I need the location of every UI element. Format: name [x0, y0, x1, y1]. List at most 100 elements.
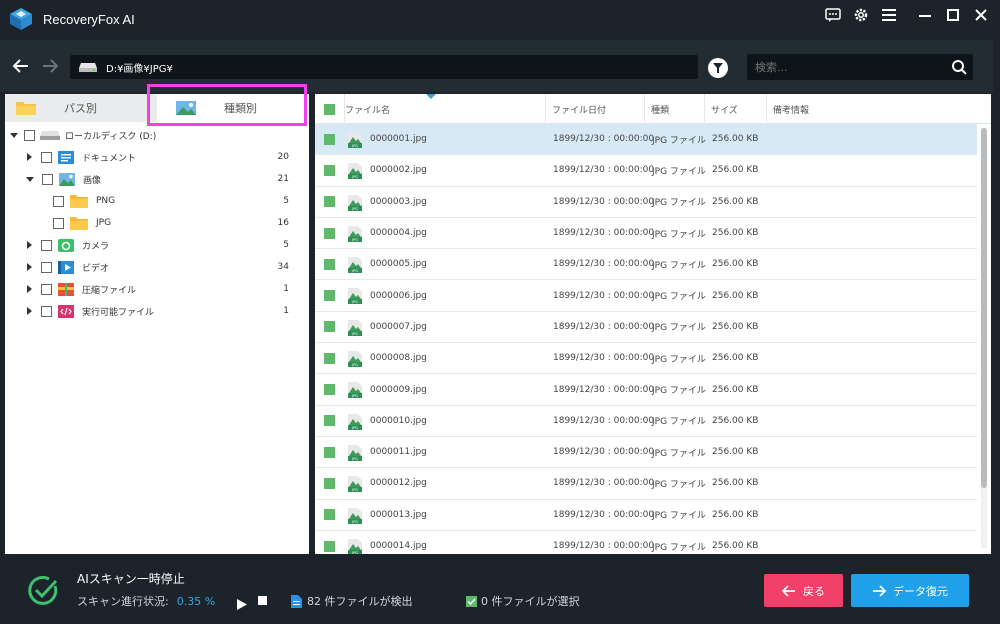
svg-text:JPG: JPG [351, 144, 358, 148]
jpg-file-icon: JPG [348, 413, 362, 433]
table-row[interactable]: JPG 0000014.jpg 1899/12/30 : 00:00:00 JPG フ… [315, 531, 977, 554]
file-size: 256.00 KB [712, 134, 759, 145]
search-icon[interactable] [951, 59, 967, 75]
archive-icon [57, 282, 75, 297]
tree-count: 5 [283, 196, 289, 206]
tree-item-executable[interactable]: 実行可能ファイル 1 [5, 300, 309, 322]
expand-caret-icon[interactable] [26, 176, 34, 182]
recover-label: データ復元 [893, 584, 948, 598]
scrollbar-thumb[interactable] [981, 128, 987, 488]
feedback-icon[interactable] [824, 6, 842, 24]
column-header-type[interactable]: 種類 [645, 94, 705, 124]
column-header-notes[interactable]: 備考情報 [767, 94, 977, 124]
tree-checkbox[interactable] [41, 305, 52, 317]
table-row[interactable]: JPG 0000004.jpg 1899/12/30 : 00:00:00 JPG フ… [315, 218, 977, 250]
column-header-date[interactable]: ファイル日付 [546, 94, 645, 124]
back-arrow-icon[interactable] [12, 57, 32, 77]
expand-caret-icon[interactable] [27, 285, 32, 293]
maximize-icon[interactable] [944, 6, 962, 24]
row-checkbox[interactable] [324, 540, 335, 552]
table-row[interactable]: JPG 0000008.jpg 1899/12/30 : 00:00:00 JPG フ… [315, 343, 977, 375]
file-type: JPG ファイル [652, 292, 706, 303]
file-size: 256.00 KB [712, 290, 759, 301]
table-row[interactable]: JPG 0000001.jpg 1899/12/30 : 00:00:00 JPG フ… [315, 124, 977, 156]
table-row[interactable]: JPG 0000012.jpg 1899/12/30 : 00:00:00 JPG フ… [315, 468, 977, 500]
svg-text:JPG: JPG [351, 363, 358, 367]
table-row[interactable]: JPG 0000013.jpg 1899/12/30 : 00:00:00 JPG フ… [315, 500, 977, 531]
tree-item-local-disk[interactable]: ローカルディスク (D:) [5, 124, 309, 146]
tree-label: PNG [96, 196, 116, 206]
resume-play-icon[interactable] [237, 595, 247, 610]
tree-item-video[interactable]: ビデオ 34 [5, 256, 309, 278]
row-checkbox[interactable] [324, 384, 335, 396]
row-checkbox[interactable] [324, 352, 335, 364]
settings-gear-icon[interactable] [852, 6, 870, 24]
tree-checkbox[interactable] [42, 173, 53, 185]
file-date: 1899/12/30 : 00:00:00 [553, 353, 655, 364]
row-checkbox[interactable] [324, 415, 335, 427]
tree-item-images[interactable]: 画像 21 [5, 168, 309, 190]
row-checkbox[interactable] [324, 196, 335, 208]
column-header-name[interactable]: ファイル名 [339, 94, 546, 124]
scan-complete-check-icon [27, 574, 59, 606]
file-type: JPG ファイル [652, 511, 706, 522]
tree-item-jpg[interactable]: JPG 16 [5, 212, 309, 234]
row-checkbox[interactable] [324, 258, 335, 270]
filter-icon[interactable] [708, 58, 728, 78]
vertical-scrollbar[interactable] [981, 128, 987, 548]
tree-checkbox[interactable] [53, 217, 64, 229]
drive-icon [39, 129, 61, 141]
table-row[interactable]: JPG 0000011.jpg 1899/12/30 : 00:00:00 JPG フ… [315, 437, 977, 469]
tree-checkbox[interactable] [24, 129, 35, 141]
menu-icon[interactable] [880, 6, 898, 24]
row-checkbox[interactable] [324, 133, 335, 145]
tree-checkbox[interactable] [53, 195, 64, 207]
table-row[interactable]: JPG 0000006.jpg 1899/12/30 : 00:00:00 JPG フ… [315, 280, 977, 312]
table-row[interactable]: JPG 0000005.jpg 1899/12/30 : 00:00:00 JPG フ… [315, 249, 977, 281]
tree-checkbox[interactable] [41, 151, 52, 163]
tab-path[interactable]: パス別 [5, 94, 157, 122]
tab-type[interactable]: 種類別 [157, 94, 309, 122]
back-button[interactable]: 戻る [764, 574, 843, 607]
row-checkbox[interactable] [324, 164, 335, 176]
row-checkbox[interactable] [324, 446, 335, 458]
tree-item-camera[interactable]: カメラ 5 [5, 234, 309, 256]
file-name: 0000013.jpg [370, 509, 427, 520]
row-checkbox[interactable] [324, 321, 335, 333]
close-icon[interactable] [972, 6, 990, 24]
expand-caret-icon[interactable] [27, 153, 32, 161]
forward-arrow-icon[interactable] [41, 57, 61, 77]
minimize-icon[interactable] [916, 6, 934, 24]
row-checkbox[interactable] [324, 290, 335, 302]
row-checkbox[interactable] [324, 509, 335, 521]
tree-item-archive[interactable]: 圧縮ファイル 1 [5, 278, 309, 300]
path-bar[interactable]: D:¥画像¥JPG¥ [70, 55, 698, 79]
table-row[interactable]: JPG 0000002.jpg 1899/12/30 : 00:00:00 JPG フ… [315, 155, 977, 187]
file-name: 0000007.jpg [370, 321, 427, 332]
row-checkbox[interactable] [324, 227, 335, 239]
expand-caret-icon[interactable] [27, 307, 32, 315]
file-name: 0000010.jpg [370, 415, 427, 426]
table-row[interactable]: JPG 0000003.jpg 1899/12/30 : 00:00:00 JPG フ… [315, 187, 977, 218]
row-checkbox[interactable] [324, 477, 335, 489]
tree-label: カメラ [82, 241, 110, 252]
expand-caret-icon[interactable] [27, 263, 32, 271]
recover-data-button[interactable]: データ復元 [851, 574, 969, 607]
table-row[interactable]: JPG 0000009.jpg 1899/12/30 : 00:00:00 JPG フ… [315, 374, 977, 406]
file-type: JPG ファイル [652, 135, 706, 146]
tree-checkbox[interactable] [41, 239, 52, 251]
tree-checkbox[interactable] [41, 283, 52, 295]
table-row[interactable]: JPG 0000010.jpg 1899/12/30 : 00:00:00 JPG フ… [315, 406, 977, 437]
file-found-icon [291, 594, 302, 608]
tree-item-png[interactable]: PNG 5 [5, 190, 309, 212]
file-type: JPG ファイル [652, 479, 706, 490]
search-input[interactable] [747, 54, 937, 80]
table-row[interactable]: JPG 0000007.jpg 1899/12/30 : 00:00:00 JPG フ… [315, 312, 977, 344]
column-header-size[interactable]: サイズ [705, 94, 767, 124]
tree-checkbox[interactable] [41, 261, 52, 273]
expand-caret-icon[interactable] [10, 132, 18, 138]
expand-caret-icon[interactable] [27, 241, 32, 249]
left-panel: パス別 種類別 ローカルディスク (D:) ドキュメント 20 画像 21 PN… [5, 94, 309, 554]
stop-icon[interactable] [258, 596, 267, 605]
tree-item-documents[interactable]: ドキュメント 20 [5, 146, 309, 168]
